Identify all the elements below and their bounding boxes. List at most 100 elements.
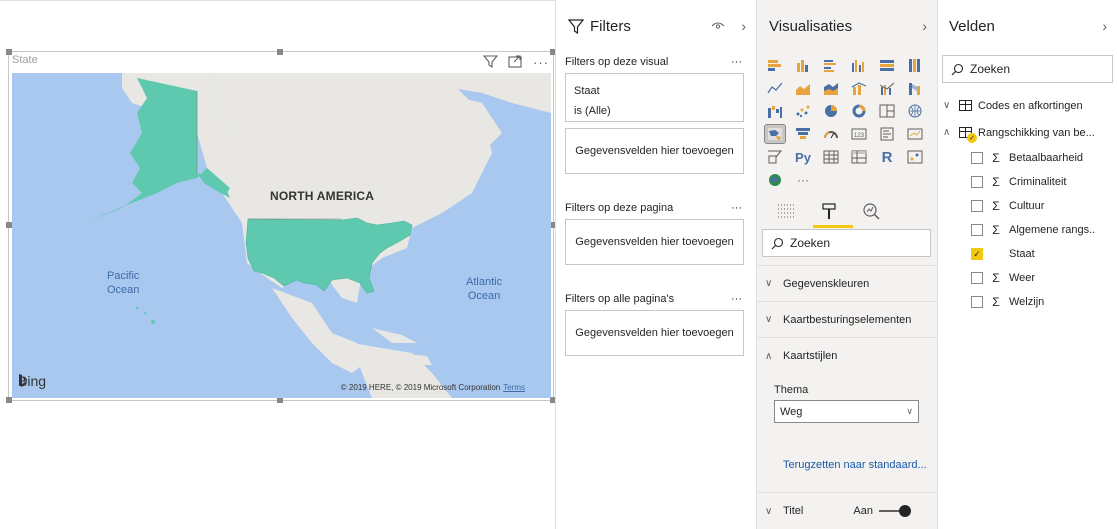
visual-header-toolbar: ··· xyxy=(482,55,549,71)
map-icon[interactable] xyxy=(905,102,925,120)
field-item[interactable]: Σ Criminaliteit xyxy=(938,170,1117,194)
treemap-icon[interactable] xyxy=(877,102,897,120)
sigma-icon: Σ xyxy=(992,295,1000,309)
field-checkbox[interactable] xyxy=(971,152,983,164)
visualizations-header: Visualisaties › xyxy=(757,0,937,52)
add-fields-drop-zone[interactable]: Gegevensvelden hier toevoegen xyxy=(565,310,744,356)
kpi-icon[interactable] xyxy=(905,125,925,143)
collapse-pane-chevron-icon[interactable]: › xyxy=(1102,18,1107,34)
stacked-area-chart-icon[interactable] xyxy=(821,79,841,97)
map-visual[interactable]: State ··· NORTH AMERICA Pacific Ocean At… xyxy=(6,49,556,403)
table-icon xyxy=(959,100,972,111)
field-checkbox[interactable] xyxy=(971,272,983,284)
focus-mode-icon[interactable] xyxy=(508,55,523,71)
field-item[interactable]: Σ Betaalbaarheid xyxy=(938,146,1117,170)
key-influencers-icon[interactable] xyxy=(905,148,925,166)
fields-search-input[interactable]: Zoeken xyxy=(942,55,1113,83)
terms-link[interactable]: Terms xyxy=(503,383,525,392)
reset-to-default-link[interactable]: Terugzetten naar standaard... xyxy=(757,423,937,471)
stacked-column-chart-icon[interactable] xyxy=(793,56,813,74)
visual-title: State xyxy=(12,54,38,66)
table-rangschikking[interactable]: ∧ ✓ Rangschikking van be... xyxy=(938,119,1117,146)
field-item[interactable]: Σ Weer xyxy=(938,266,1117,290)
field-checkbox[interactable] xyxy=(971,296,983,308)
accordion-data-colors[interactable]: ∨ Gegevenskleuren xyxy=(757,266,937,302)
theme-dropdown[interactable]: Weg ∨ xyxy=(774,400,919,423)
collapse-pane-chevron-icon[interactable]: › xyxy=(922,18,927,34)
filter-icon[interactable] xyxy=(482,55,499,71)
collapse-pane-chevron-icon[interactable]: › xyxy=(741,18,746,34)
format-search-input[interactable]: Zoeken xyxy=(762,229,931,257)
r-visual-icon[interactable]: R xyxy=(877,148,897,166)
clustered-bar-chart-icon[interactable] xyxy=(821,56,841,74)
sigma-icon: Σ xyxy=(992,199,1000,213)
more-options-icon[interactable]: ··· xyxy=(533,55,549,71)
line-chart-icon[interactable] xyxy=(765,79,785,97)
clustered-column-chart-icon[interactable] xyxy=(849,56,869,74)
eye-icon[interactable] xyxy=(711,18,725,34)
line-column-chart-icon[interactable] xyxy=(849,79,869,97)
more-visuals-icon[interactable]: ··· xyxy=(793,171,813,189)
accordion-title[interactable]: ∨ Titel Aan xyxy=(757,492,937,529)
table-visual-icon[interactable] xyxy=(821,148,841,166)
title-toggle[interactable]: Aan xyxy=(853,505,911,517)
ribbon-chart-icon[interactable] xyxy=(905,79,925,97)
format-paint-roller-icon[interactable] xyxy=(813,199,853,228)
chevron-up-icon: ∧ xyxy=(765,350,773,362)
accordion-map-controls[interactable]: ∨ Kaartbesturingselementen xyxy=(757,302,937,338)
more-options-icon[interactable]: ··· xyxy=(731,56,742,68)
resize-handle[interactable] xyxy=(277,49,283,55)
matrix-icon[interactable] xyxy=(849,148,869,166)
check-badge-icon: ✓ xyxy=(967,133,977,143)
field-checkbox-checked[interactable]: ✓ xyxy=(971,248,983,260)
accordion-map-styles[interactable]: ∧ Kaartstijlen xyxy=(757,338,937,374)
stacked-bar-chart-icon[interactable] xyxy=(765,56,785,74)
field-checkbox[interactable] xyxy=(971,224,983,236)
add-fields-drop-zone[interactable]: Gegevensvelden hier toevoegen xyxy=(565,219,744,265)
more-options-icon[interactable]: ··· xyxy=(731,293,742,305)
arcgis-map-icon[interactable] xyxy=(765,171,785,189)
more-options-icon[interactable]: ··· xyxy=(731,202,742,214)
sigma-icon: Σ xyxy=(992,151,1000,165)
field-item[interactable]: ✓ Staat xyxy=(938,242,1117,266)
add-fields-drop-zone[interactable]: Gegevensvelden hier toevoegen xyxy=(565,128,744,174)
filter-field-name: Staat xyxy=(574,85,600,97)
field-checkbox[interactable] xyxy=(971,200,983,212)
100-stacked-column-chart-icon[interactable] xyxy=(905,56,925,74)
chevron-down-icon: ∨ xyxy=(765,505,773,517)
fields-pane: Velden › Zoeken ∨ Codes en afkortingen ∧… xyxy=(937,0,1117,529)
field-item[interactable]: Σ Cultuur xyxy=(938,194,1117,218)
filled-map[interactable]: NORTH AMERICA Pacific Ocean Atlantic Ocean… xyxy=(12,73,551,398)
fields-header: Velden › xyxy=(938,0,1117,52)
filters-title: Filters xyxy=(590,17,631,35)
scatter-chart-icon[interactable] xyxy=(793,102,813,120)
funnel-icon[interactable] xyxy=(793,125,813,143)
waterfall-chart-icon[interactable] xyxy=(765,102,785,120)
multi-row-card-icon[interactable] xyxy=(877,125,897,143)
field-item[interactable]: Σ Algemene rangs.. xyxy=(938,218,1117,242)
gauge-icon[interactable] xyxy=(821,125,841,143)
sigma-icon: Σ xyxy=(992,175,1000,189)
filter-icon xyxy=(568,18,584,34)
filters-page-section: Filters op deze pagina ··· xyxy=(565,202,742,214)
area-chart-icon[interactable] xyxy=(793,79,813,97)
chevron-down-icon: ∧ xyxy=(943,127,951,138)
search-icon xyxy=(951,63,964,75)
filled-map-icon[interactable] xyxy=(764,124,786,144)
visualization-tabs xyxy=(757,189,937,229)
field-checkbox[interactable] xyxy=(971,176,983,188)
100-stacked-bar-chart-icon[interactable] xyxy=(877,56,897,74)
slicer-icon[interactable] xyxy=(765,148,785,166)
pie-chart-icon[interactable] xyxy=(821,102,841,120)
field-item[interactable]: Σ Welzijn xyxy=(938,290,1117,314)
donut-chart-icon[interactable] xyxy=(849,102,869,120)
line-clustered-column-chart-icon[interactable] xyxy=(877,79,897,97)
filter-card-staat[interactable]: Staat is (Alle) xyxy=(565,73,744,122)
card-icon[interactable]: 123 xyxy=(849,125,869,143)
visual-type-gallery: 123 Py R ··· xyxy=(757,52,937,189)
fields-tab-icon[interactable] xyxy=(775,199,799,223)
analytics-magnifier-icon[interactable] xyxy=(859,199,883,223)
table-codes-en-afkortingen[interactable]: ∨ Codes en afkortingen xyxy=(938,92,1117,119)
python-visual-icon[interactable]: Py xyxy=(793,148,813,166)
visualizations-title: Visualisaties xyxy=(769,17,853,35)
